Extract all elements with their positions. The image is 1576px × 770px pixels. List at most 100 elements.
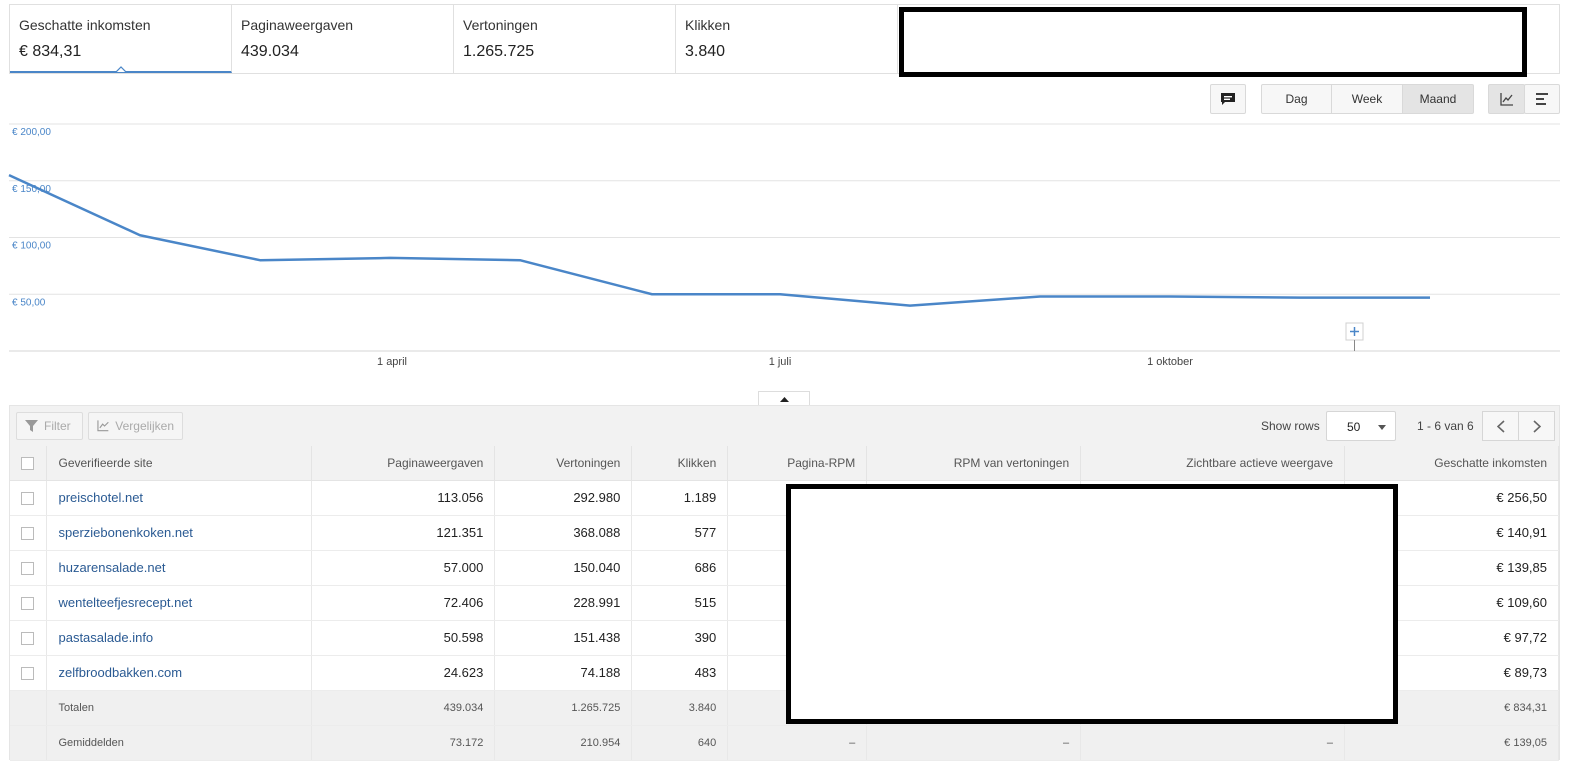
avg-pageviews: 73.172	[311, 725, 496, 761]
rows-per-page-select[interactable]: 50	[1326, 411, 1396, 441]
x-tick-label: 1 oktober	[1147, 356, 1193, 368]
total-pageviews: 439.034	[311, 690, 496, 726]
line-chart-icon	[1499, 92, 1513, 106]
site-link[interactable]: preischotel.net	[46, 480, 313, 516]
chevron-right-icon	[1532, 419, 1541, 433]
previous-page-button[interactable]	[1482, 411, 1519, 441]
chevron-down-icon	[1378, 425, 1386, 430]
comment-icon	[1221, 93, 1235, 105]
row-checkbox-cell	[10, 480, 48, 516]
pageviews-cell: 121.351	[311, 515, 496, 551]
site-link[interactable]: wentelteefjesrecept.net	[46, 585, 313, 621]
pageviews-cell: 113.056	[311, 480, 496, 516]
select-all-cell	[10, 446, 48, 481]
clicks-cell: 1.189	[631, 480, 729, 516]
clicks-cell: 686	[631, 550, 729, 586]
rows-per-page-value: 50	[1347, 420, 1361, 434]
empty-cell	[10, 690, 48, 726]
row-checkbox-cell	[10, 585, 48, 621]
total-impressions: 1.265.725	[494, 690, 633, 726]
totals-label: Totalen	[46, 690, 313, 726]
impressions-cell: 74.188	[494, 655, 633, 691]
collapse-chart-tab[interactable]	[758, 391, 810, 406]
caret-up-icon	[779, 396, 789, 402]
row-checkbox[interactable]	[21, 667, 34, 681]
pageviews-cell: 72.406	[311, 585, 496, 621]
clicks-cell: 390	[631, 620, 729, 656]
row-checkbox[interactable]	[21, 492, 34, 506]
column-header-page-rpm[interactable]: Pagina-RPM	[727, 446, 868, 481]
site-link[interactable]: huzarensalade.net	[46, 550, 313, 586]
averages-label: Gemiddelden	[46, 725, 313, 761]
x-tick-label: 1 april	[377, 356, 407, 368]
row-checkbox[interactable]	[21, 562, 34, 576]
redaction-box	[899, 7, 1527, 77]
clicks-cell: 483	[631, 655, 729, 691]
line-chart-icon	[97, 420, 109, 432]
caret-up-icon	[116, 66, 126, 72]
metric-value: 3.840	[685, 43, 726, 60]
row-checkbox[interactable]	[21, 597, 34, 611]
column-header-impressions[interactable]: Vertoningen	[494, 446, 633, 481]
compare-label: Vergelijken	[115, 419, 174, 433]
site-link[interactable]: sperziebonenkoken.net	[46, 515, 313, 551]
y-tick-label: € 200,00	[12, 127, 51, 138]
y-tick-label: € 50,00	[12, 297, 46, 308]
impressions-cell: 292.980	[494, 480, 633, 516]
row-checkbox-cell	[10, 550, 48, 586]
earnings-line-chart: € 200,00€ 150,00€ 100,00€ 50,001 april 1 …	[8, 123, 1560, 368]
avg-active-view: –	[1080, 725, 1346, 761]
redaction-box	[786, 484, 1398, 724]
site-link[interactable]: pastasalade.info	[46, 620, 313, 656]
site-link[interactable]: zelfbroodbakken.com	[46, 655, 313, 691]
filter-icon	[25, 420, 38, 432]
averages-row: Gemiddelden 73.172 210.954 640– – – € 139,05	[10, 725, 1559, 761]
row-checkbox-cell	[10, 655, 48, 691]
metric-label: Klikken	[685, 17, 731, 33]
metric-tab-pageviews[interactable]: Paginaweergaven 439.034	[232, 5, 454, 73]
metric-value: 1.265.725	[463, 43, 535, 60]
column-header-pageviews[interactable]: Paginaweergaven	[311, 446, 496, 481]
next-page-button[interactable]	[1518, 411, 1555, 441]
column-header-active-view[interactable]: Zichtbare actieve weergave	[1080, 446, 1346, 481]
metric-value: € 834,31	[19, 43, 82, 60]
compare-button[interactable]: Vergelijken	[88, 412, 183, 440]
chevron-left-icon	[1496, 419, 1505, 433]
empty-cell	[10, 725, 48, 761]
bar-chart-icon	[1536, 93, 1548, 105]
column-header-clicks[interactable]: Klikken	[631, 446, 729, 481]
y-tick-label: € 100,00	[12, 241, 51, 252]
table-toolbar: Filter Vergelijken Show rows 50 1 - 6 va…	[10, 406, 1559, 446]
avg-earnings: € 139,05	[1344, 725, 1559, 761]
avg-clicks: 640	[631, 725, 729, 761]
select-all-checkbox[interactable]	[21, 456, 34, 470]
metric-tab-clicks[interactable]: Klikken 3.840	[676, 5, 898, 73]
metric-label: Geschatte inkomsten	[19, 17, 151, 33]
column-header-earnings[interactable]: Geschatte inkomsten	[1344, 446, 1559, 481]
total-clicks: 3.840	[631, 690, 729, 726]
series-line	[8, 173, 1430, 307]
metric-tab-impressions[interactable]: Vertoningen 1.265.725	[454, 5, 676, 73]
row-checkbox-cell	[10, 620, 48, 656]
impressions-cell: 151.438	[494, 620, 633, 656]
impressions-cell: 368.088	[494, 515, 633, 551]
impressions-cell: 228.991	[494, 585, 633, 621]
metric-label: Paginaweergaven	[241, 17, 354, 33]
column-header-site[interactable]: Geverifieerde site	[46, 446, 313, 481]
clicks-cell: 577	[631, 515, 729, 551]
avg-impression-rpm: –	[866, 725, 1082, 761]
pagination-range: 1 - 6 van 6	[1417, 419, 1474, 433]
impressions-cell: 150.040	[494, 550, 633, 586]
clicks-cell: 515	[631, 585, 729, 621]
pageviews-cell: 57.000	[311, 550, 496, 586]
filter-button[interactable]: Filter	[16, 412, 83, 440]
metric-tab-earnings[interactable]: Geschatte inkomsten € 834,31	[10, 5, 232, 73]
row-checkbox[interactable]	[21, 632, 34, 646]
row-checkbox[interactable]	[21, 527, 34, 541]
avg-impressions: 210.954	[494, 725, 633, 761]
row-checkbox-cell	[10, 515, 48, 551]
column-header-impression-rpm[interactable]: RPM van vertoningen	[866, 446, 1082, 481]
show-rows-label: Show rows	[1261, 419, 1320, 433]
pageviews-cell: 50.598	[311, 620, 496, 656]
metric-label: Vertoningen	[463, 17, 538, 33]
